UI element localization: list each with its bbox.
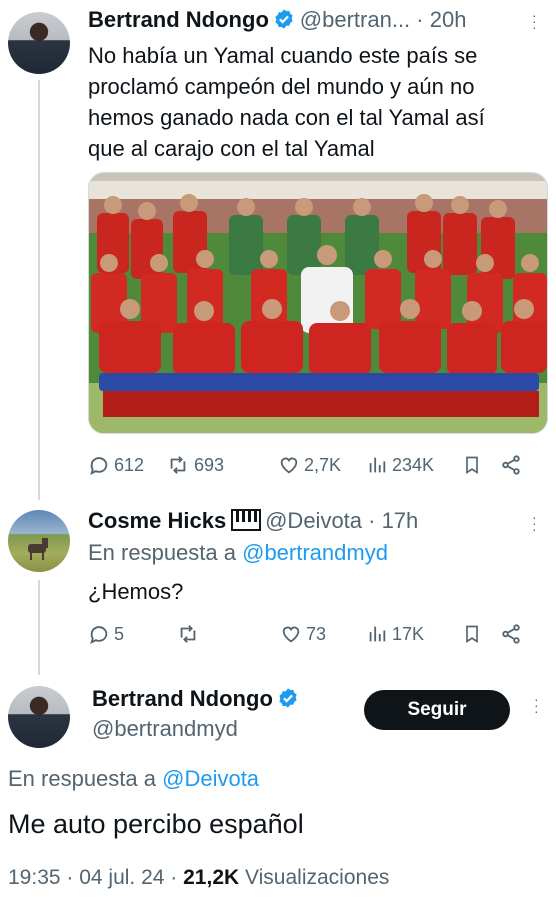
thread-line: [38, 80, 40, 500]
repost-button[interactable]: 693: [166, 454, 278, 476]
repost-icon: [170, 456, 186, 474]
reply-prefix: En respuesta a: [88, 540, 236, 565]
tweet2-header: Cosme Hicks @Deivota · 17h: [88, 508, 418, 534]
thread-line: [38, 580, 40, 675]
more-options-icon[interactable]: · · ·: [532, 510, 537, 536]
reply-button[interactable]: 5: [88, 623, 176, 645]
author-name[interactable]: Bertrand Ndongo: [92, 686, 273, 711]
like-button[interactable]: 2,7K: [278, 454, 366, 476]
tweet1-actions: 612 693 2,7K 234K: [88, 454, 538, 476]
team-photo-image: [89, 173, 547, 433]
verified-badge-icon: [275, 9, 293, 29]
tweet2-actions: 5 73 17K: [88, 623, 538, 645]
author-handle: @bertrandmyd: [92, 716, 238, 741]
bookmark-button[interactable]: [462, 454, 500, 476]
donkey-picture-icon: [28, 538, 48, 560]
avatar-cosme[interactable]: [8, 510, 70, 572]
heart-icon: [280, 457, 298, 474]
text-line: No había un Yamal cuando este país se: [88, 43, 478, 68]
views-label: Visualizaciones: [245, 866, 390, 889]
like-button[interactable]: 73: [280, 623, 366, 645]
reply-icon: [90, 626, 108, 645]
tweet1-text: No había un Yamal cuando este país se pr…: [88, 40, 548, 164]
text-line: proclamó campeón del mundo y aún no: [88, 74, 475, 99]
tweet-timestamp[interactable]: 19:35 · 04 jul. 24 ·: [8, 866, 177, 889]
bookmark-icon: [466, 625, 478, 644]
reply-count: 612: [114, 454, 145, 475]
piano-icon: [230, 509, 261, 531]
views-icon: [369, 457, 386, 473]
views-icon: [369, 626, 386, 642]
repost-count: 693: [194, 454, 225, 475]
heart-icon: [282, 626, 300, 643]
like-count: 73: [306, 623, 327, 644]
reply-prefix: En respuesta a: [8, 766, 156, 791]
tweet3-text: Me auto percibo español: [8, 809, 304, 839]
author-name[interactable]: Bertrand Ndongo: [88, 7, 269, 32]
view-count: 234K: [392, 454, 435, 475]
avatar-bertrand[interactable]: [8, 686, 70, 748]
reply-to-link[interactable]: @Deivota: [162, 766, 259, 791]
author-name[interactable]: Cosme Hicks: [88, 508, 226, 533]
avatar-bertrand[interactable]: [8, 12, 70, 74]
reply-to-link[interactable]: @bertrandmyd: [242, 540, 388, 565]
share-icon: [502, 624, 520, 644]
bookmark-icon: [466, 456, 478, 475]
author-handle-time: @bertran... · 20h: [299, 7, 467, 32]
reply-context: En respuesta a @Deivota: [8, 766, 259, 792]
text-line: que al carajo con el tal Yamal: [88, 136, 375, 161]
views-button[interactable]: 17K: [366, 623, 462, 645]
more-options-icon[interactable]: · · ·: [532, 8, 537, 34]
reply-count: 5: [114, 623, 125, 644]
share-icon: [502, 455, 520, 475]
repost-icon: [180, 625, 196, 643]
text-line: hemos ganado nada con el tal Yamal así: [88, 105, 485, 130]
reply-context: En respuesta a @bertrandmyd: [88, 540, 388, 566]
verified-badge-icon: [279, 688, 297, 708]
team-photo[interactable]: [88, 172, 548, 434]
share-button[interactable]: [500, 623, 522, 645]
tweet1-header: Bertrand Ndongo @bertran... · 20h: [88, 7, 466, 33]
view-count: 17K: [392, 623, 425, 644]
tweet3-header: Bertrand Ndongo @bertrandmyd: [92, 686, 299, 742]
like-count: 2,7K: [304, 454, 342, 475]
author-handle-time: @Deivota · 17h: [265, 508, 419, 533]
tweet2-text: ¿Hemos?: [88, 579, 184, 604]
more-options-icon[interactable]: · · ·: [534, 692, 539, 718]
repost-button[interactable]: [176, 623, 280, 645]
bookmark-button[interactable]: [462, 623, 500, 645]
tweet-meta: 19:35 · 04 jul. 24 · 21,2K Visualizacion…: [8, 866, 389, 890]
reply-button[interactable]: 612: [88, 454, 166, 476]
share-button[interactable]: [500, 454, 522, 476]
follow-button[interactable]: Seguir: [364, 690, 510, 730]
views-count: 21,2K: [183, 866, 240, 889]
reply-icon: [90, 457, 108, 476]
views-button[interactable]: 234K: [366, 454, 462, 476]
